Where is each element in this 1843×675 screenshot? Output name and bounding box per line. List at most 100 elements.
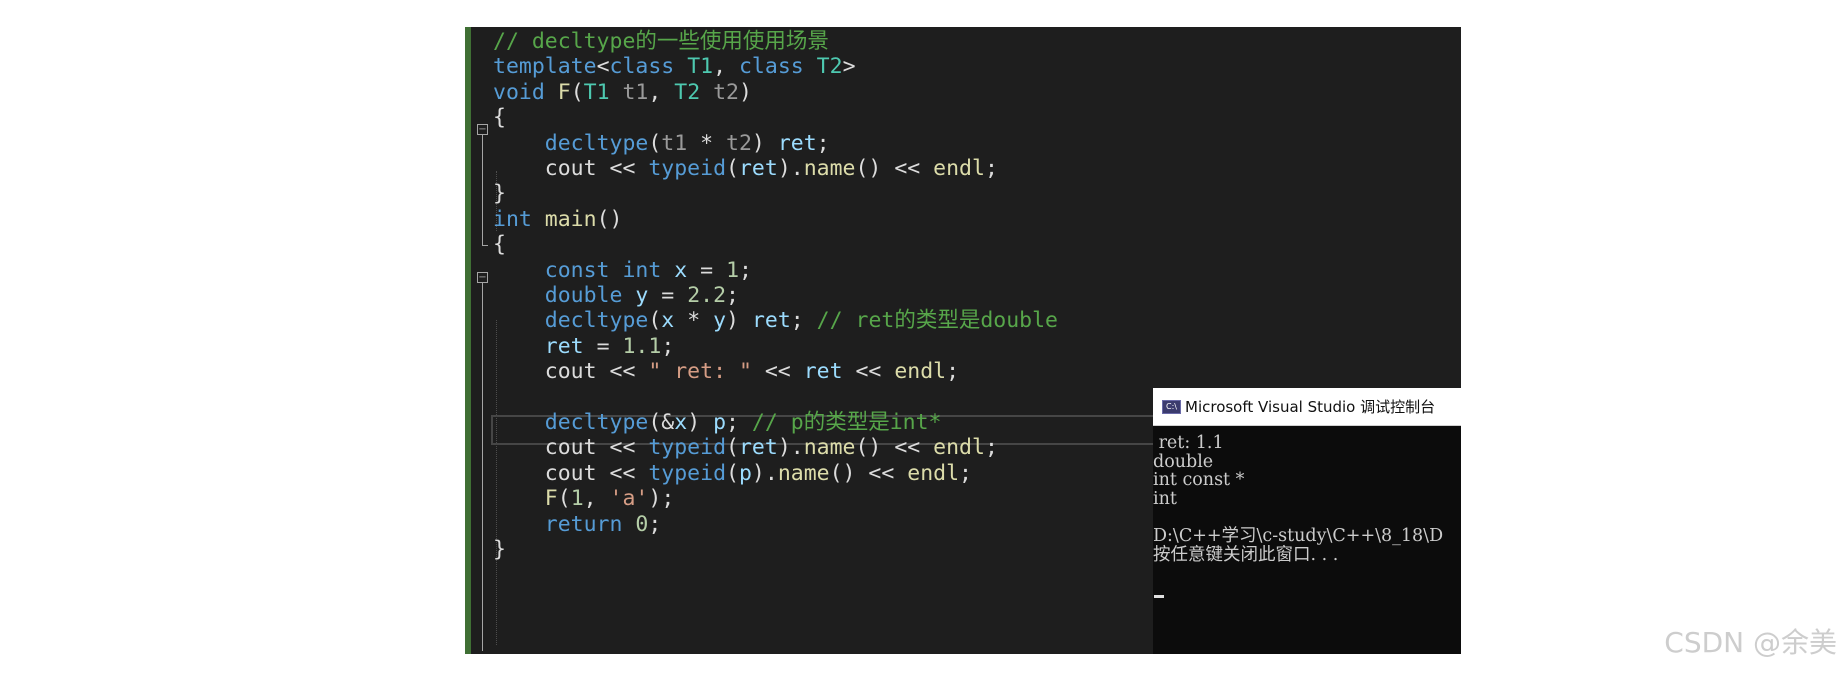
outline-guide [482, 283, 483, 651]
code-token: ret [738, 435, 778, 461]
code-token: name [803, 435, 856, 461]
code-token: ; [959, 460, 972, 486]
code-token: 2.2 [687, 283, 727, 308]
code-token: 1 [726, 257, 740, 283]
change-tracking-bar [465, 27, 471, 654]
console-output-line: int [1153, 488, 1177, 509]
code-line[interactable]: } [493, 535, 506, 565]
code-line[interactable]: int main() [493, 205, 622, 235]
code-token: T2 [816, 54, 843, 80]
code-token: t1 [661, 130, 688, 156]
code-token: decltype [544, 130, 649, 156]
code-token: endl [894, 359, 947, 385]
code-token: ) [726, 308, 752, 334]
code-token: name [803, 156, 856, 181]
code-token: p [713, 410, 727, 435]
code-token: , [648, 79, 675, 105]
code-token: 'a' [609, 486, 649, 512]
code-token: ( [570, 79, 584, 105]
code-token: endl [907, 460, 960, 486]
collapse-toggle-icon[interactable]: − [477, 272, 488, 283]
code-token: typeid [648, 435, 727, 461]
code-token: // decltype的一些使用使用场景 [493, 29, 829, 54]
code-token: { [493, 105, 506, 131]
code-token: ( [726, 156, 739, 181]
code-token: ret [751, 308, 791, 334]
code-token: = [687, 257, 727, 283]
code-token: << [751, 359, 804, 385]
code-token: << [596, 156, 649, 181]
debug-console-window[interactable]: C:\ Microsoft Visual Studio 调试控制台 ret: 1… [1153, 388, 1461, 654]
code-token: decltype [544, 308, 649, 334]
code-token: t2 [713, 79, 739, 105]
code-token: x [661, 308, 675, 334]
code-token: F [544, 486, 558, 512]
console-app-icon: C:\ [1162, 400, 1181, 414]
console-titlebar[interactable]: C:\ Microsoft Visual Studio 调试控制台 [1153, 388, 1461, 426]
code-token: ret [803, 359, 843, 385]
code-token: () [596, 206, 623, 232]
code-token: typeid [648, 156, 727, 181]
code-token: << [596, 460, 649, 486]
code-token: ) [739, 79, 752, 105]
code-token: cout [544, 460, 597, 486]
code-token: template [493, 54, 597, 80]
code-token: name [777, 460, 830, 486]
code-token: ; [946, 359, 960, 385]
code-token: ; [739, 257, 752, 283]
code-line[interactable]: return 0; [493, 510, 662, 540]
code-token: * [687, 130, 727, 156]
code-token: p [738, 460, 752, 486]
code-token: (& [648, 410, 675, 435]
code-line[interactable]: void F(T1 t1, T2 t2) [493, 78, 752, 108]
code-token: typeid [648, 460, 727, 486]
code-token: 1 [570, 486, 584, 512]
code-token: main [544, 206, 597, 232]
code-line[interactable]: cout << " ret: " << ret << endl; [493, 357, 959, 387]
code-token: , [583, 486, 610, 512]
code-token: decltype [544, 410, 649, 435]
code-token: ; [726, 283, 739, 308]
code-token: ) [751, 130, 778, 156]
code-token: ; [816, 130, 830, 156]
code-token: 0 [635, 511, 649, 537]
code-token: { [493, 232, 506, 258]
code-token: = [583, 333, 623, 359]
console-output-line: 按任意键关闭此窗口. . . [1153, 544, 1339, 565]
console-title: Microsoft Visual Studio 调试控制台 [1185, 398, 1436, 416]
code-token: ( [557, 486, 571, 512]
code-token: () << [855, 156, 934, 181]
code-token: // p的类型是int* [751, 410, 942, 435]
outline-guide [482, 135, 483, 245]
code-token: << [596, 435, 649, 461]
watermark: CSDN @余美 [1664, 626, 1837, 659]
collapse-toggle-icon[interactable]: − [477, 124, 488, 135]
code-token: y [635, 283, 649, 308]
code-token: const [544, 257, 610, 283]
code-token: x [674, 410, 688, 435]
code-token: cout [544, 156, 597, 181]
code-token: } [493, 181, 506, 207]
code-token: << [596, 359, 649, 385]
code-token: cout [544, 359, 597, 385]
code-token: int [622, 257, 662, 283]
code-token: T1 [583, 79, 610, 105]
code-line[interactable]: cout << typeid(ret).name() << endl; [493, 154, 998, 184]
code-token: T1 [687, 54, 714, 80]
code-token: class [738, 54, 804, 80]
code-token: ; [661, 333, 675, 359]
